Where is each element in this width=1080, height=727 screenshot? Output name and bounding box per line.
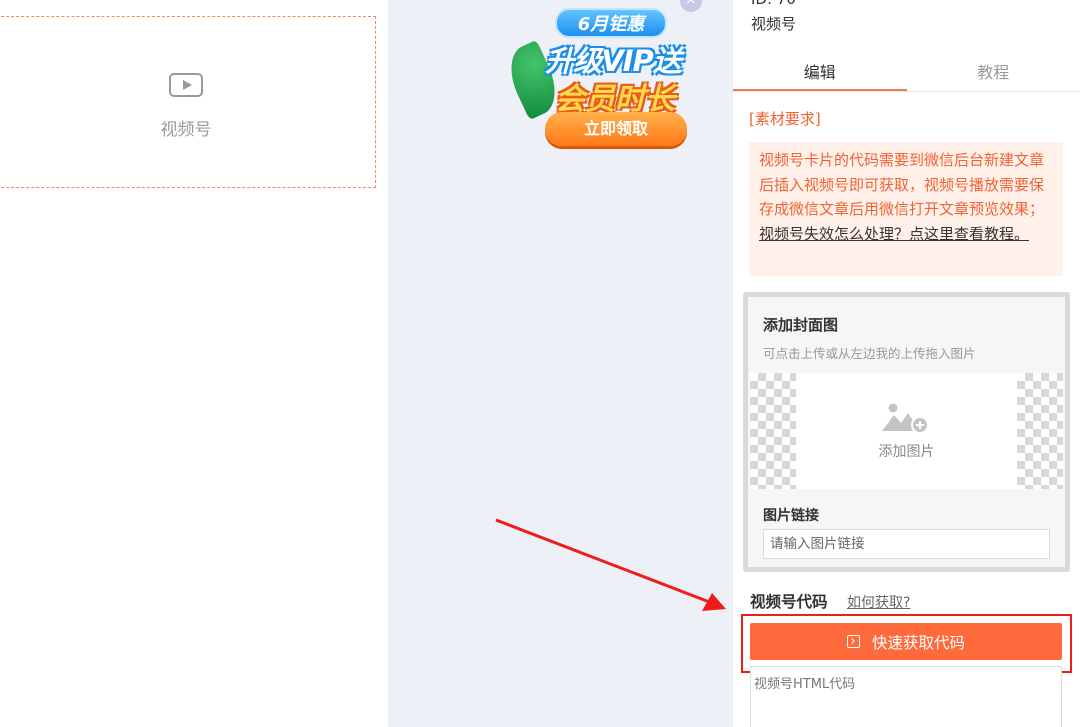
quick-get-code-button[interactable]: 快速获取代码 — [750, 623, 1062, 660]
promo-claim-button[interactable]: 立即领取 — [545, 112, 687, 146]
upload-label: 添加图片 — [878, 444, 935, 460]
vip-promo-banner[interactable]: 6月钜惠 升级VIP送 会员时长 立即领取 × — [500, 0, 705, 165]
requirements-notice: 视频号卡片的代码需要到微信后台新建文章后插入视频号即可获取，视频号播放需要保存成… — [749, 142, 1063, 276]
component-id: ID: 70 — [751, 0, 796, 8]
cover-hint: 可点击上传或从左边我的上传拖入图片 — [763, 346, 976, 361]
requirements-title: [素材要求] — [749, 110, 821, 128]
property-panel: ID: 70 视频号 编辑 教程 [素材要求] 视频号卡片的代码需要到微信后台新… — [733, 0, 1080, 727]
panel-tabs: 编辑 教程 — [733, 56, 1080, 92]
component-name: 视频号 — [751, 15, 797, 33]
cover-image-section: 添加封面图 可点击上传或从左边我的上传拖入图片 添加图片 图片链接 — [743, 292, 1070, 572]
cover-title: 添加封面图 — [763, 316, 839, 334]
image-link-label: 图片链接 — [763, 508, 819, 524]
quick-get-code-label: 快速获取代码 — [871, 633, 965, 652]
how-to-get-link[interactable]: 如何获取? — [847, 592, 910, 612]
video-html-code-textarea[interactable] — [750, 666, 1062, 727]
annotation-arrow — [495, 518, 726, 611]
tab-tutorial[interactable]: 教程 — [907, 56, 1080, 91]
video-channel-placeholder[interactable]: 视频号 — [0, 16, 376, 188]
transparency-pattern-right — [1017, 373, 1063, 489]
close-icon[interactable]: × — [680, 0, 702, 12]
invalid-help-link[interactable]: 视频号失效怎么处理？点这里查看教程。 — [759, 225, 1029, 243]
placeholder-label: 视频号 — [160, 119, 212, 140]
play-video-icon — [169, 72, 203, 97]
terminal-icon — [846, 635, 860, 648]
image-link-input[interactable] — [763, 529, 1050, 559]
video-code-label: 视频号代码 — [750, 593, 828, 611]
cover-upload-area[interactable]: 添加图片 — [750, 373, 1063, 489]
tab-edit[interactable]: 编辑 — [733, 56, 907, 91]
promo-badge: 6月钜惠 — [555, 8, 667, 38]
transparency-pattern-left — [750, 373, 796, 489]
notice-text: 视频号卡片的代码需要到微信后台新建文章后插入视频号即可获取，视频号播放需要保存成… — [759, 151, 1045, 218]
editor-canvas: 视频号 — [0, 0, 388, 727]
add-image-icon — [882, 403, 929, 434]
